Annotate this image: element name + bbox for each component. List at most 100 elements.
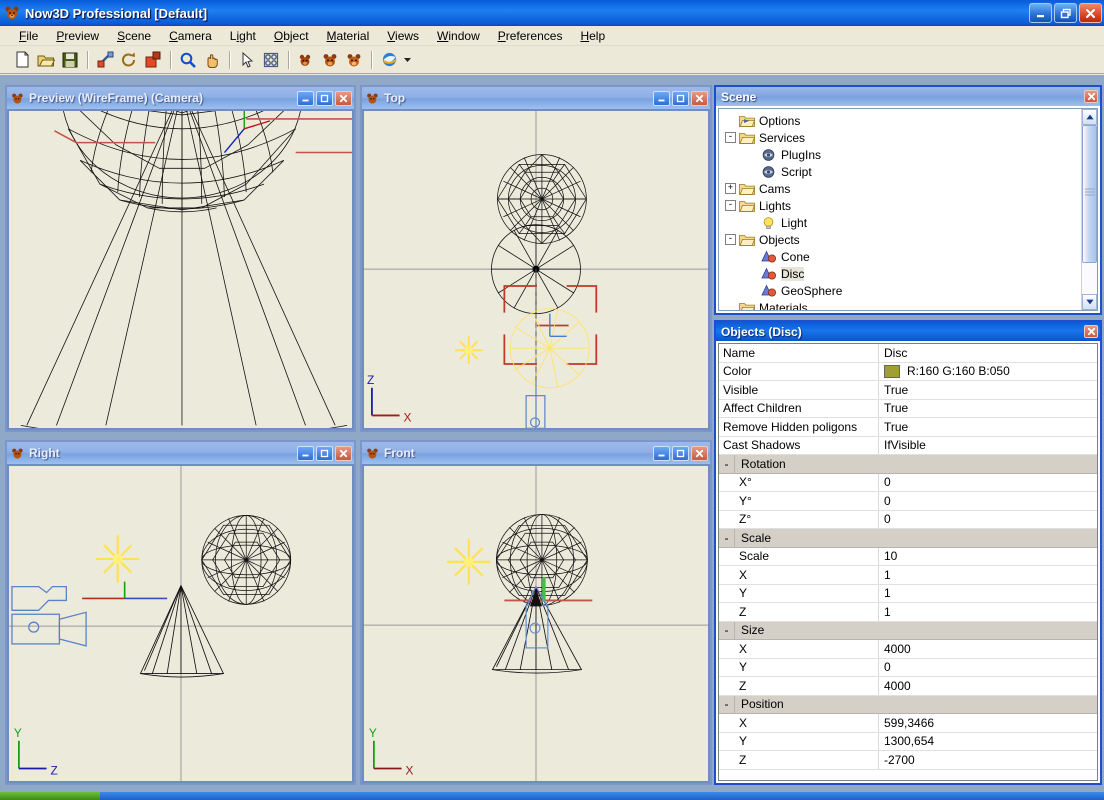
viewport-top[interactable]: Top Z X [360, 85, 712, 432]
property-row[interactable]: Z1 [719, 603, 1097, 622]
dropdown-arrow-icon[interactable] [401, 48, 413, 71]
property-row[interactable]: X 599,3466 [719, 714, 1097, 733]
close-button[interactable] [335, 90, 352, 106]
tree-expander[interactable]: - [725, 234, 736, 245]
property-grid[interactable]: Name Disc Color R:160 G:160 B:050 Visible Tru… [718, 343, 1098, 781]
minimize-button[interactable] [653, 445, 670, 461]
scrollbar-track[interactable] [1082, 125, 1097, 294]
property-row[interactable]: Affect Children True [719, 399, 1097, 418]
viewport-canvas-top[interactable]: Z X [364, 111, 708, 428]
scene-tree-container[interactable]: Options - Services PlugIns Script + Cams - Light… [718, 108, 1098, 311]
scene-panel[interactable]: Scene Options - Services PlugIns Script + Cams… [714, 85, 1102, 315]
menu-views[interactable]: Views [378, 27, 428, 45]
menu-scene[interactable]: Scene [108, 27, 160, 45]
maximize-button[interactable] [316, 445, 333, 461]
start-button[interactable] [0, 792, 100, 800]
property-value-cell[interactable]: 1 [879, 585, 1097, 603]
minimize-button[interactable] [1029, 3, 1052, 23]
select-arrow-icon[interactable] [235, 48, 259, 71]
property-value-cell[interactable]: IfVisible [879, 437, 1097, 455]
tree-item-services[interactable]: - Services [725, 129, 1081, 146]
menu-help[interactable]: Help [571, 27, 614, 45]
property-value-cell[interactable]: R:160 G:160 B:050 [879, 363, 1097, 381]
property-row[interactable]: Remove Hidden poligons True [719, 418, 1097, 437]
property-value-cell[interactable]: 1300,654 [879, 733, 1097, 751]
property-group-position[interactable]: - Position [719, 695, 1097, 714]
property-row[interactable]: Cast Shadows IfVisible [719, 436, 1097, 455]
minimize-button[interactable] [297, 445, 314, 461]
property-value-cell[interactable]: 0 [879, 492, 1097, 510]
property-value-cell[interactable]: Disc [879, 344, 1097, 362]
menu-object[interactable]: Object [265, 27, 318, 45]
property-value-cell[interactable]: 599,3466 [879, 714, 1097, 732]
minimize-button[interactable] [297, 90, 314, 106]
property-value-cell[interactable]: True [879, 381, 1097, 399]
property-value-cell[interactable]: True [879, 418, 1097, 436]
property-row[interactable]: X° 0 [719, 473, 1097, 492]
property-value-cell[interactable]: 0 [879, 659, 1097, 677]
tree-item-disc[interactable]: Disc [725, 265, 1081, 282]
property-value-cell[interactable]: 10 [879, 548, 1097, 566]
menu-camera[interactable]: Camera [160, 27, 221, 45]
property-row[interactable]: Visible True [719, 381, 1097, 400]
taskbar[interactable] [0, 792, 1104, 800]
menu-preview[interactable]: Preview [47, 27, 108, 45]
close-button[interactable] [691, 90, 708, 106]
property-group-scale[interactable]: - Scale [719, 529, 1097, 548]
viewport-canvas-right[interactable]: Y Z [9, 466, 352, 781]
tree-expander[interactable]: - [725, 132, 736, 143]
viewport-canvas-preview[interactable] [9, 111, 352, 428]
render-bears-icon[interactable] [318, 48, 342, 71]
property-row[interactable]: Z 4000 [719, 677, 1097, 696]
property-value-cell[interactable]: 4000 [879, 640, 1097, 658]
menu-light[interactable]: Light [221, 27, 265, 45]
property-row[interactable]: Name Disc [719, 344, 1097, 363]
render-bears-alt-icon[interactable] [342, 48, 366, 71]
property-value-cell[interactable]: 0 [879, 511, 1097, 529]
menu-file[interactable]: File [10, 27, 47, 45]
maximize-button[interactable] [672, 90, 689, 106]
save-disk-icon[interactable] [58, 48, 82, 71]
group-expander[interactable]: - [719, 621, 735, 639]
property-value-cell[interactable]: 0 [879, 474, 1097, 492]
color-swatch[interactable] [884, 364, 900, 378]
menu-material[interactable]: Material [318, 27, 379, 45]
property-row[interactable]: Z° 0 [719, 510, 1097, 529]
tree-item-cams[interactable]: + Cams [725, 180, 1081, 197]
property-row[interactable]: Y1 [719, 584, 1097, 603]
maximize-button[interactable] [672, 445, 689, 461]
property-row[interactable]: X1 [719, 566, 1097, 585]
new-document-icon[interactable] [10, 48, 34, 71]
scene-tree[interactable]: Options - Services PlugIns Script + Cams - Light… [719, 109, 1081, 310]
group-expander[interactable]: - [719, 695, 735, 713]
tree-item-objects[interactable]: - Objects [725, 231, 1081, 248]
restore-button[interactable] [1054, 3, 1077, 23]
property-row[interactable]: X 4000 [719, 640, 1097, 659]
property-value-cell[interactable]: 4000 [879, 677, 1097, 695]
browser-icon[interactable] [377, 48, 401, 71]
scene-tree-scrollbar[interactable] [1081, 109, 1097, 310]
close-icon[interactable] [1084, 90, 1098, 103]
close-button[interactable] [335, 445, 352, 461]
menu-preferences[interactable]: Preferences [489, 27, 572, 45]
tree-item-light[interactable]: Light [725, 214, 1081, 231]
property-row[interactable]: Y 1300,654 [719, 732, 1097, 751]
group-expander[interactable]: - [719, 529, 735, 547]
property-value-cell[interactable]: -2700 [879, 751, 1097, 769]
tree-item-cone[interactable]: Cone [725, 248, 1081, 265]
tree-item-plugins[interactable]: PlugIns [725, 146, 1081, 163]
property-group-rotation[interactable]: - Rotation [719, 455, 1097, 474]
grid-icon[interactable] [259, 48, 283, 71]
tree-item-lights[interactable]: - Lights [725, 197, 1081, 214]
property-row[interactable]: Scale 10 [719, 547, 1097, 566]
property-row[interactable]: Y0 [719, 658, 1097, 677]
property-value-cell[interactable]: True [879, 400, 1097, 418]
close-button[interactable] [1079, 3, 1102, 23]
scroll-up-icon[interactable] [1082, 109, 1097, 125]
viewport-front[interactable]: Front Y X [360, 440, 712, 785]
tree-item-script[interactable]: Script [725, 163, 1081, 180]
viewport-canvas-front[interactable]: Y X [364, 466, 708, 781]
scale-tool-icon[interactable] [141, 48, 165, 71]
maximize-button[interactable] [316, 90, 333, 106]
tree-expander[interactable]: + [725, 183, 736, 194]
